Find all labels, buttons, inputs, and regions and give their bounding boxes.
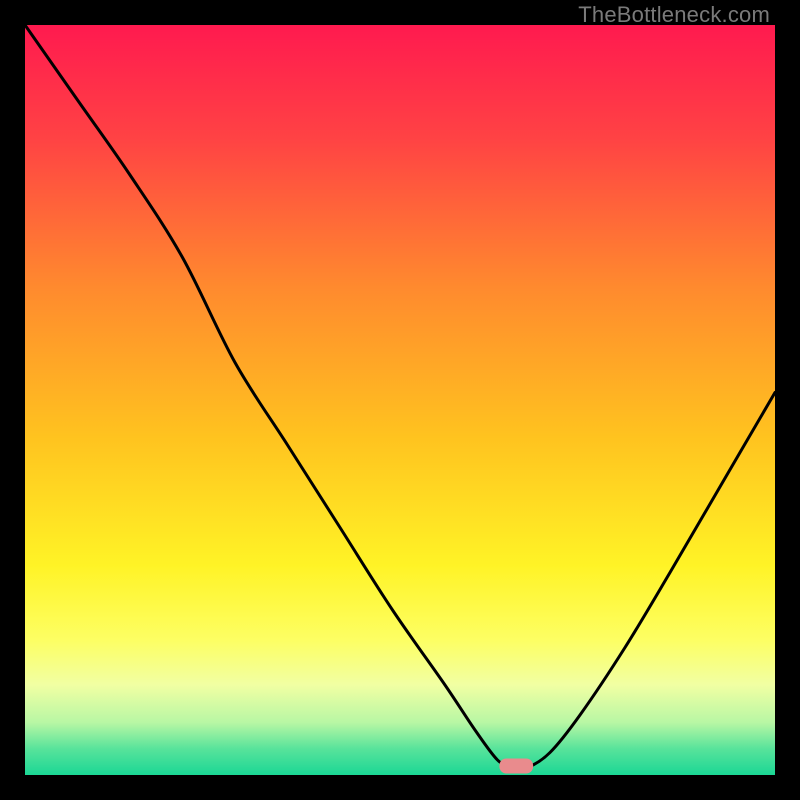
bottleneck-chart: [25, 25, 775, 775]
optimal-marker: [499, 759, 533, 774]
gradient-background: [25, 25, 775, 775]
chart-frame: [25, 25, 775, 775]
